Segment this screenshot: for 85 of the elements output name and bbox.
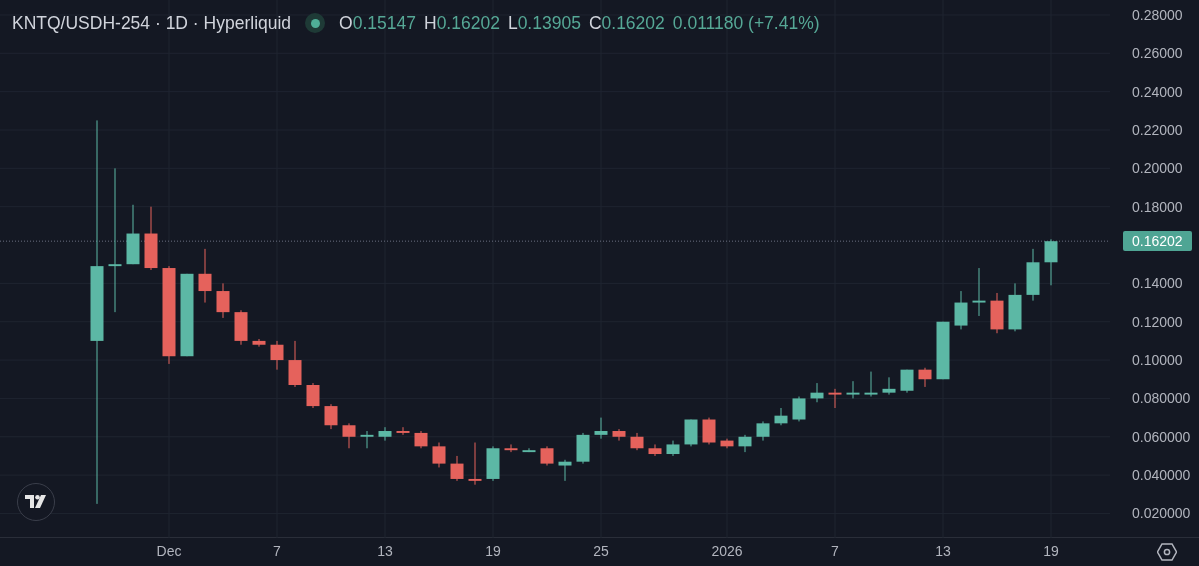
- candlestick: [198, 248, 212, 303]
- time-axis-label: 25: [593, 543, 609, 559]
- candlestick: [288, 340, 302, 387]
- price-axis-label: 0.080000: [1132, 390, 1191, 407]
- candlestick: [1026, 248, 1040, 301]
- candlestick: [630, 432, 644, 451]
- ohlc-key: C: [588, 10, 602, 37]
- current-price-tag: 0.16202: [1123, 231, 1192, 252]
- brand-logo-icon: [17, 483, 55, 521]
- candlestick: [666, 440, 680, 456]
- candlestick: [900, 369, 914, 393]
- candlestick: [1044, 239, 1058, 286]
- candlestick: [1008, 283, 1022, 332]
- price-axis-label: 0.060000: [1132, 428, 1191, 445]
- symbol-title: KNTQ/USDH-254 · 1D · Hyperliquid: [12, 12, 292, 35]
- candlestick: [936, 321, 950, 380]
- ohlc-value: 0.15147: [352, 12, 416, 35]
- candlestick: [702, 417, 716, 445]
- candlestick: [432, 442, 446, 468]
- candlestick: [792, 396, 806, 422]
- candlestick: [504, 444, 518, 453]
- candlestick: [486, 446, 500, 481]
- candlestick: [324, 404, 338, 430]
- settings-icon[interactable]: [1157, 543, 1177, 561]
- candlestick: [972, 268, 986, 316]
- price-axis-label: 0.28000: [1132, 6, 1183, 23]
- candlestick: [684, 419, 698, 447]
- candlestick: [846, 381, 860, 399]
- candlestick: [450, 455, 464, 481]
- ohlc-value: 0.13905: [517, 12, 581, 35]
- candlestick: [522, 448, 536, 453]
- candlestick: [828, 388, 842, 408]
- price-axis-label: 0.22000: [1132, 122, 1183, 138]
- candlestick: [882, 377, 896, 395]
- time-axis-label: Dec: [156, 543, 182, 559]
- price-axis-label: 0.18000: [1132, 198, 1183, 215]
- price-axis-label: 0.14000: [1132, 275, 1183, 292]
- candlestick: [216, 283, 230, 318]
- candlestick: [360, 431, 374, 449]
- candlestick: [306, 383, 320, 408]
- price-axis-label: 0.020000: [1132, 505, 1191, 522]
- candlestick: [342, 423, 356, 449]
- price-axis-label: 0.24000: [1132, 83, 1183, 100]
- candlestick: [144, 206, 158, 270]
- price-axis-label: 0.10000: [1132, 352, 1183, 369]
- candlestick: [648, 444, 662, 456]
- candlestick: [576, 432, 590, 464]
- time-axis-label: 7: [831, 543, 839, 559]
- candlestick: [738, 434, 752, 453]
- time-axis-label: 2026: [711, 543, 743, 559]
- candlestick: [270, 340, 284, 370]
- ohlc-key: O: [339, 10, 353, 37]
- time-axis-label: 13: [377, 543, 393, 559]
- candlestick: [594, 417, 608, 439]
- candlestick: [468, 442, 482, 485]
- candlestick: [864, 371, 878, 397]
- ohlc-key: L: [507, 10, 518, 37]
- time-axis-label: 7: [273, 543, 281, 559]
- time-axis-label: 19: [485, 543, 501, 559]
- candlestick: [252, 339, 266, 347]
- ohlc-value: 0.16202: [601, 12, 665, 35]
- ohlc-value: 0.16202: [436, 12, 500, 35]
- time-axis-label: 19: [1043, 543, 1059, 559]
- candlestick: [414, 431, 428, 449]
- candlestick: [918, 367, 932, 387]
- candlestick: [234, 310, 248, 345]
- price-change: 0.011180 (+7.41%): [672, 12, 820, 35]
- price-axis-label: 0.040000: [1132, 467, 1191, 484]
- candlestick: [126, 204, 140, 265]
- candlestick: [756, 421, 770, 441]
- price-axis-label: 0.20000: [1132, 160, 1183, 177]
- candlestick: [612, 429, 626, 441]
- candlestick: [774, 408, 788, 426]
- price-axis-label: 0.12000: [1132, 313, 1183, 330]
- candlestick: [990, 292, 1004, 334]
- candlestick: [396, 427, 410, 435]
- candlestick: [810, 383, 824, 403]
- candlestick: [540, 446, 554, 466]
- candlestick: [720, 438, 734, 449]
- ohlc-key: H: [424, 10, 437, 37]
- time-axis-label: 13: [935, 543, 951, 559]
- candlestick: [378, 427, 392, 441]
- price-axis-label: 0.26000: [1132, 45, 1183, 62]
- candlestick: [954, 291, 968, 330]
- candlestick: [558, 459, 572, 481]
